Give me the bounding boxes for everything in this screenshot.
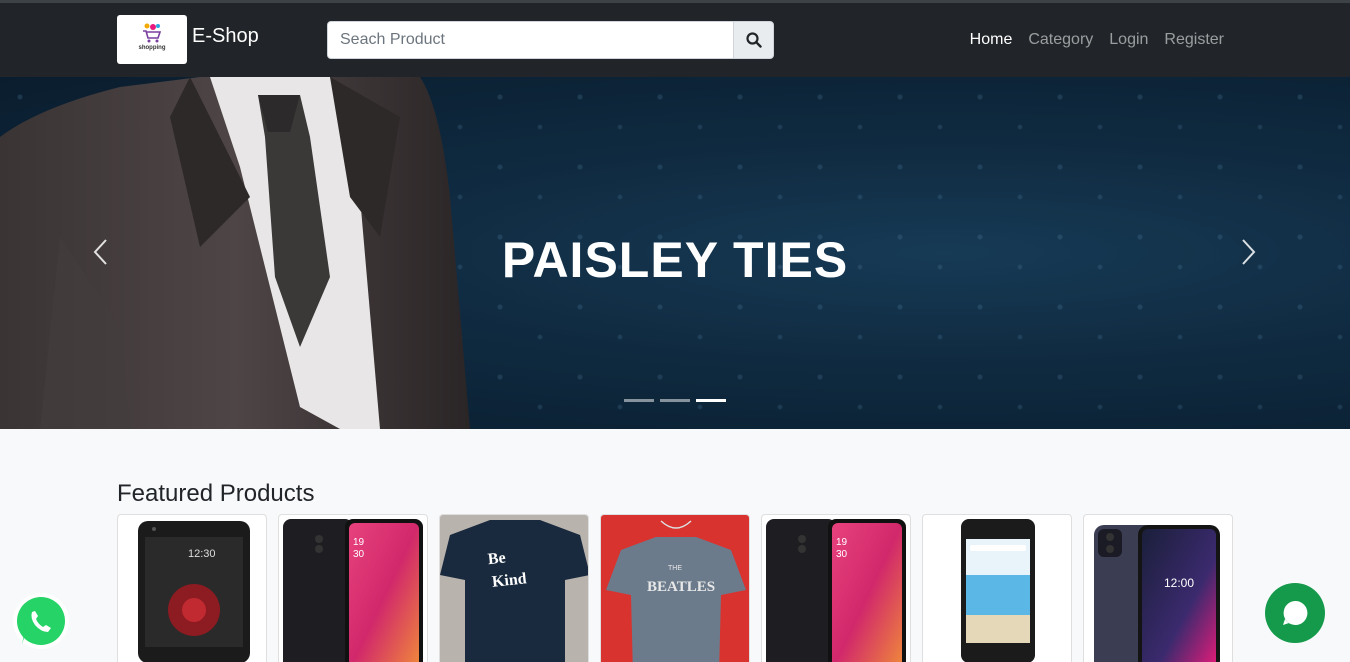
product-list: 12:30 19 30 Be Kind THE BEATLES 19 30 12…: [117, 514, 1233, 662]
nav-login[interactable]: Login: [1109, 31, 1148, 49]
carousel-indicator-3[interactable]: [696, 399, 726, 402]
product-image-beatles-tshirt: THE BEATLES: [601, 515, 749, 662]
carousel-caption: PAISLEY TIES: [501, 232, 849, 288]
product-image-oppo-phone: 19 30: [283, 519, 423, 662]
cart-logo-icon: [143, 23, 162, 43]
svg-text:12:30: 12:30: [188, 548, 216, 560]
beatles-text: BEATLES: [647, 579, 715, 595]
logo-text: shopping: [138, 45, 166, 51]
the-text: THE: [668, 565, 682, 572]
carousel-indicator-1[interactable]: [624, 399, 654, 402]
brand-name[interactable]: E-Shop: [192, 25, 259, 48]
nav-links: Home Category Login Register: [970, 31, 1224, 49]
svg-text:19: 19: [836, 537, 848, 548]
svg-text:12:00: 12:00: [1164, 576, 1194, 590]
product-image-phone-beach: [961, 519, 1035, 662]
featured-title: Featured Products: [117, 480, 315, 507]
product-card[interactable]: 19 30: [278, 514, 428, 662]
whatsapp-icon[interactable]: [8, 588, 74, 654]
svg-text:30: 30: [836, 549, 848, 560]
product-card[interactable]: THE BEATLES: [600, 514, 750, 662]
nav-register[interactable]: Register: [1164, 31, 1224, 49]
search-icon: [745, 32, 762, 48]
carousel-indicators: [624, 399, 726, 402]
product-card[interactable]: 12:00: [1083, 514, 1233, 662]
chat-icon: [1283, 600, 1308, 625]
kind-text: Kind: [491, 570, 527, 591]
carousel-indicator-2[interactable]: [660, 399, 690, 402]
search-input[interactable]: [327, 21, 734, 59]
product-image-tmobile-phone: 12:00: [1094, 525, 1220, 662]
product-image-oppo-phone: 19 30: [766, 519, 906, 662]
nav-home[interactable]: Home: [970, 31, 1013, 49]
search-button[interactable]: [733, 21, 774, 59]
svg-text:30: 30: [353, 549, 365, 560]
product-image-phone-black: 12:30: [138, 521, 250, 662]
svg-text:19: 19: [353, 537, 365, 548]
product-card[interactable]: 12:30: [117, 514, 267, 662]
product-image-be-kind-tshirt: Be Kind: [440, 515, 588, 662]
carousel-prev-icon[interactable]: [86, 237, 116, 267]
chat-button[interactable]: [1265, 583, 1325, 643]
brand-logo[interactable]: shopping: [117, 15, 187, 64]
product-card[interactable]: Be Kind: [439, 514, 589, 662]
be-text: Be: [487, 549, 506, 568]
nav-category[interactable]: Category: [1028, 31, 1093, 49]
navbar: shopping E-Shop Home Category Login Regi…: [0, 0, 1350, 77]
search-form: [327, 21, 774, 59]
product-card[interactable]: [922, 514, 1072, 662]
carousel-next-icon[interactable]: [1233, 237, 1263, 267]
product-card[interactable]: 19 30: [761, 514, 911, 662]
hero-carousel: PAISLEY TIES: [0, 77, 1350, 429]
